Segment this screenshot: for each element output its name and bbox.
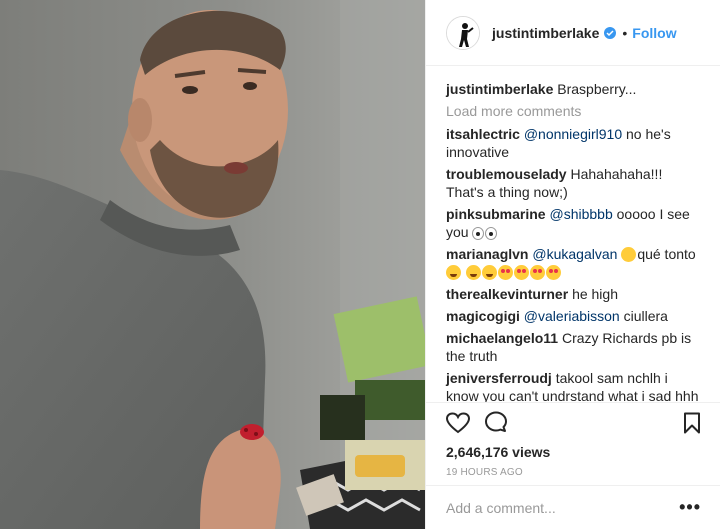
caption: justintimberlake Braspberry... xyxy=(446,80,701,98)
action-icons-row xyxy=(446,403,701,443)
comments-list[interactable]: justintimberlake Braspberry... Load more… xyxy=(426,66,720,402)
caption-username[interactable]: justintimberlake xyxy=(446,81,553,97)
laughing-emoji-icon xyxy=(481,265,497,280)
comment-mention[interactable]: @shibbbb xyxy=(549,206,612,222)
comment-username[interactable]: therealkevinturner xyxy=(446,286,568,302)
comment-item: michaelangelo11 Crazy Richards pb is the… xyxy=(446,329,701,365)
comment-mention[interactable]: @nonniegirl910 xyxy=(524,126,622,142)
comment-item: marianaglvn @kukagalvan qué tonto xyxy=(446,245,701,281)
video-frame xyxy=(0,0,425,529)
comment-username[interactable]: itsahlectric xyxy=(446,126,520,142)
comment-username[interactable]: marianaglvn xyxy=(446,246,528,262)
laughing-emoji-icon xyxy=(446,265,461,280)
comment-username[interactable]: troublemouselady xyxy=(446,166,567,182)
heart-eyes-emoji-icon xyxy=(497,265,513,280)
comment-item: magicogigi @valeriabisson ciullera xyxy=(446,307,701,325)
post-timestamp[interactable]: 19 HOURS AGO xyxy=(446,467,701,478)
header-separator: • xyxy=(622,24,628,41)
laughing-emoji-icon xyxy=(465,265,481,280)
eyes-emoji-icon xyxy=(485,227,498,240)
post-sidebar: justintimberlake • Follow justintimberla… xyxy=(425,0,720,529)
comment-item: therealkevinturner he high xyxy=(446,285,701,303)
bookmark-icon[interactable] xyxy=(683,412,701,434)
post-actions: 2,646,176 views 19 HOURS AGO xyxy=(426,402,720,492)
view-count[interactable]: 2,646,176 views xyxy=(446,443,701,461)
silhouette-avatar-icon[interactable] xyxy=(446,15,480,50)
comment-username[interactable]: jeniversferroudj xyxy=(446,370,552,386)
comment-mention[interactable]: @kukagalvan xyxy=(532,246,617,262)
comment-item: pinksubmarine @shibbbb ooooo I see you xyxy=(446,205,701,241)
more-options-icon[interactable]: ••• xyxy=(679,497,701,518)
comment-mention[interactable]: @valeriabisson xyxy=(524,308,620,324)
comment-text: ciullera xyxy=(619,308,668,324)
smirk-emoji-icon xyxy=(621,247,637,262)
comment-text: he high xyxy=(572,286,618,302)
heart-icon[interactable] xyxy=(446,412,470,434)
comment-username[interactable]: michaelangelo11 xyxy=(446,330,558,346)
comment-text: qué tonto xyxy=(637,246,696,262)
comment-item: itsahlectric @nonniegirl910 no he's inno… xyxy=(446,125,701,161)
comment-item: jeniversferroudj takool sam nchlh i know… xyxy=(446,369,701,402)
post-video[interactable] xyxy=(0,0,425,529)
comment-username[interactable]: pinksubmarine xyxy=(446,206,546,222)
heart-eyes-emoji-icon xyxy=(545,265,561,280)
header-username[interactable]: justintimberlake xyxy=(492,25,599,41)
post-header: justintimberlake • Follow xyxy=(426,0,720,66)
comment-username[interactable]: magicogigi xyxy=(446,308,520,324)
add-comment-input[interactable] xyxy=(446,499,680,516)
comment-bubble-icon[interactable] xyxy=(484,411,508,435)
caption-text: Braspberry... xyxy=(557,81,637,97)
comment-item: troublemouselady Hahahahaha!!! That's a … xyxy=(446,165,701,201)
load-more-comments-button[interactable]: Load more comments xyxy=(446,102,701,120)
comment-composer: ••• xyxy=(426,485,720,529)
verified-badge-icon xyxy=(604,26,617,39)
follow-button[interactable]: Follow xyxy=(632,25,676,41)
heart-eyes-emoji-icon xyxy=(529,265,545,280)
heart-eyes-emoji-icon xyxy=(513,265,529,280)
eyes-emoji-icon xyxy=(472,227,485,240)
